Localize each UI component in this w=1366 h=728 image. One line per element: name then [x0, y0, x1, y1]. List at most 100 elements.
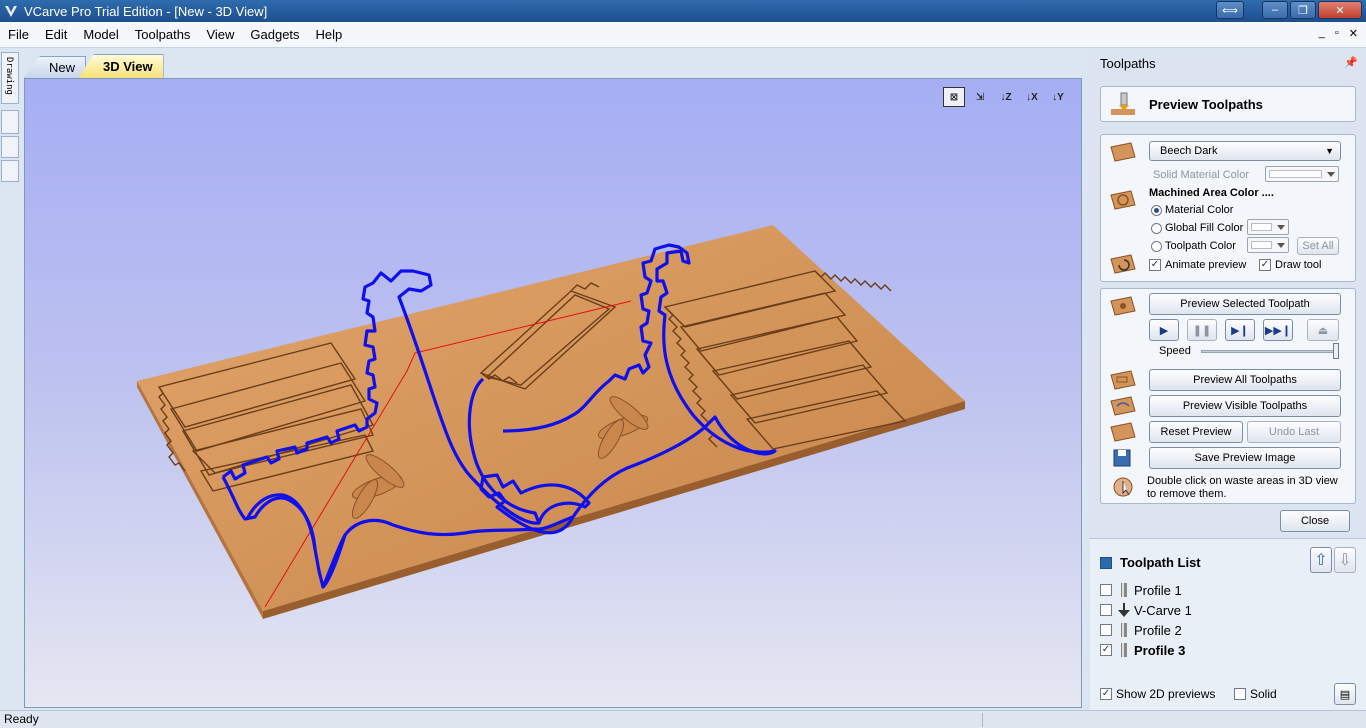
material-block-icon [1110, 142, 1136, 162]
move-down-button[interactable]: ⇩ [1334, 547, 1356, 573]
menu-bar: File Edit Model Toolpaths View Gadgets H… [0, 22, 1366, 48]
eject-button[interactable]: ⏏ [1307, 319, 1339, 341]
strip-tab-3[interactable] [1, 136, 19, 158]
toolpath-checkbox[interactable]: ✓ [1100, 644, 1112, 656]
z-view-icon[interactable]: ↓Z [995, 87, 1017, 107]
preview-all-icon [1110, 370, 1136, 390]
panel-header: Toolpaths 📌 [1100, 55, 1358, 71]
step-forward-icon: ▶❙ [1231, 324, 1249, 337]
animate-preview-checkbox[interactable]: ✓ [1149, 259, 1161, 271]
material-board [137, 225, 965, 611]
mdi-close-icon[interactable]: ✕ [1349, 27, 1358, 40]
preview-all-toolpaths-button[interactable]: Preview All Toolpaths [1149, 369, 1341, 391]
profile-tool-icon [1121, 583, 1127, 597]
toolpath-item[interactable]: ✓ Profile 3 [1100, 641, 1185, 659]
step-button[interactable]: ▶❙ [1225, 319, 1255, 341]
app-logo-icon [5, 6, 17, 17]
document-icon: ▤ [1339, 688, 1351, 701]
fast-forward-button[interactable]: ▶▶❙ [1263, 319, 1293, 341]
menu-toolpaths[interactable]: Toolpaths [127, 27, 199, 42]
radio-global-fill-color[interactable] [1151, 223, 1162, 234]
skip-end-icon: ▶▶❙ [1264, 324, 1292, 337]
play-icon: ▶ [1159, 324, 1169, 337]
to-top-icon: ⏏ [1317, 324, 1329, 337]
status-text: Ready [4, 712, 39, 726]
menu-help[interactable]: Help [308, 27, 351, 42]
minimize-button[interactable]: – [1262, 1, 1288, 19]
menu-view[interactable]: View [198, 27, 242, 42]
preview-title-card: Preview Toolpaths [1100, 86, 1356, 122]
toolpath-checkbox[interactable] [1100, 604, 1112, 616]
speed-slider-thumb[interactable] [1333, 343, 1339, 359]
material-select[interactable]: Beech Dark ▼ [1149, 141, 1341, 161]
toolpath-item[interactable]: Profile 2 [1100, 621, 1182, 639]
toolpath-item[interactable]: Profile 1 [1100, 581, 1182, 599]
left-dock-strip: Drawing [0, 50, 20, 710]
radio-material-color[interactable] [1151, 205, 1162, 216]
draw-tool-checkbox[interactable]: ✓ [1259, 259, 1271, 271]
reset-preview-icon [1110, 422, 1136, 442]
toolpaths-panel: Toolpaths 📌 Preview Toolpaths Beech Dark… [1090, 50, 1366, 710]
document-tabs: New 3D View [24, 52, 164, 78]
drawing-tab[interactable]: Drawing [1, 52, 19, 104]
close-button[interactable]: Close [1280, 510, 1350, 532]
y-view-icon[interactable]: ↓Y [1047, 87, 1069, 107]
material-card: Beech Dark ▼ Solid Material Color Machin… [1100, 134, 1356, 282]
fit-view-icon[interactable]: ⊠ [943, 87, 965, 107]
preview-toolpaths-icon [1111, 92, 1135, 115]
profile-tool-icon [1121, 643, 1127, 657]
mdi-minimize-icon[interactable]: _ [1319, 27, 1325, 40]
waste-removal-cursor-icon [1113, 477, 1133, 497]
toolpath-color-picker[interactable] [1247, 237, 1289, 253]
menu-gadgets[interactable]: Gadgets [242, 27, 307, 42]
save-image-icon [1113, 449, 1131, 467]
close-window-button[interactable]: ✕ [1318, 1, 1362, 19]
pause-button[interactable]: ❚❚ [1187, 319, 1217, 341]
maximize-button[interactable]: ❐ [1290, 1, 1316, 19]
menu-model[interactable]: Model [75, 27, 126, 42]
x-view-icon[interactable]: ↓X [1021, 87, 1043, 107]
arrow-down-icon: ⇩ [1338, 552, 1352, 569]
menu-edit[interactable]: Edit [37, 27, 75, 42]
toolpath-checkbox[interactable] [1100, 584, 1112, 596]
animate-preview-icon [1110, 254, 1136, 274]
show-2d-previews-checkbox[interactable]: ✓ [1100, 688, 1112, 700]
mdi-restore-icon[interactable]: ▫ [1335, 27, 1339, 40]
reset-preview-button[interactable]: Reset Preview [1149, 421, 1243, 443]
window-title: VCarve Pro Trial Edition - [New - 3D Vie… [24, 3, 268, 19]
toolpath-summary-button[interactable]: ▤ [1334, 683, 1356, 705]
preview-visible-icon [1110, 396, 1136, 416]
set-all-button[interactable]: Set All [1297, 237, 1339, 255]
profile-tool-icon [1121, 623, 1127, 637]
swap-layout-button[interactable]: ⟺ [1216, 1, 1244, 19]
title-bar: VCarve Pro Trial Edition - [New - 3D Vie… [0, 0, 1366, 22]
strip-tab-4[interactable] [1, 160, 19, 182]
solid-checkbox[interactable] [1234, 688, 1246, 700]
view-toolbar: ⊠ ⇲ ↓Z ↓X ↓Y [943, 87, 1069, 107]
speed-slider[interactable] [1201, 350, 1337, 353]
tab-new[interactable]: New [24, 56, 87, 78]
toolpath-checkbox[interactable] [1100, 624, 1112, 636]
save-preview-image-button[interactable]: Save Preview Image [1149, 447, 1341, 469]
solid-material-color-picker[interactable] [1265, 166, 1339, 182]
preview-visible-toolpaths-button[interactable]: Preview Visible Toolpaths [1149, 395, 1341, 417]
strip-tab-2[interactable] [1, 110, 19, 134]
status-divider [982, 713, 983, 727]
radio-toolpath-color[interactable] [1151, 241, 1162, 252]
tab-3d-view[interactable]: 3D View [78, 54, 164, 78]
toolpath-list: Toolpath List ⇧ ⇩ Profile 1 V-Carve 1 Pr… [1090, 538, 1366, 710]
global-fill-color-picker[interactable] [1247, 219, 1289, 235]
preview-controls-card: Preview Selected Toolpath ▶ ❚❚ ▶❙ ▶▶❙ ⏏ … [1100, 288, 1356, 504]
3d-viewport[interactable]: ⊠ ⇲ ↓Z ↓X ↓Y [24, 78, 1082, 708]
preview-selected-toolpath-button[interactable]: Preview Selected Toolpath [1149, 293, 1341, 315]
menu-file[interactable]: File [0, 27, 37, 42]
preview-selected-icon [1110, 296, 1136, 316]
machined-area-icon [1110, 190, 1136, 210]
toolpath-item[interactable]: V-Carve 1 [1100, 601, 1192, 619]
move-up-button[interactable]: ⇧ [1310, 547, 1332, 573]
pin-icon[interactable]: 📌 [1344, 56, 1358, 69]
play-button[interactable]: ▶ [1149, 319, 1179, 341]
vcarve-tool-icon [1118, 603, 1130, 617]
iso-view-icon[interactable]: ⇲ [969, 87, 991, 107]
undo-last-button[interactable]: Undo Last [1247, 421, 1341, 443]
